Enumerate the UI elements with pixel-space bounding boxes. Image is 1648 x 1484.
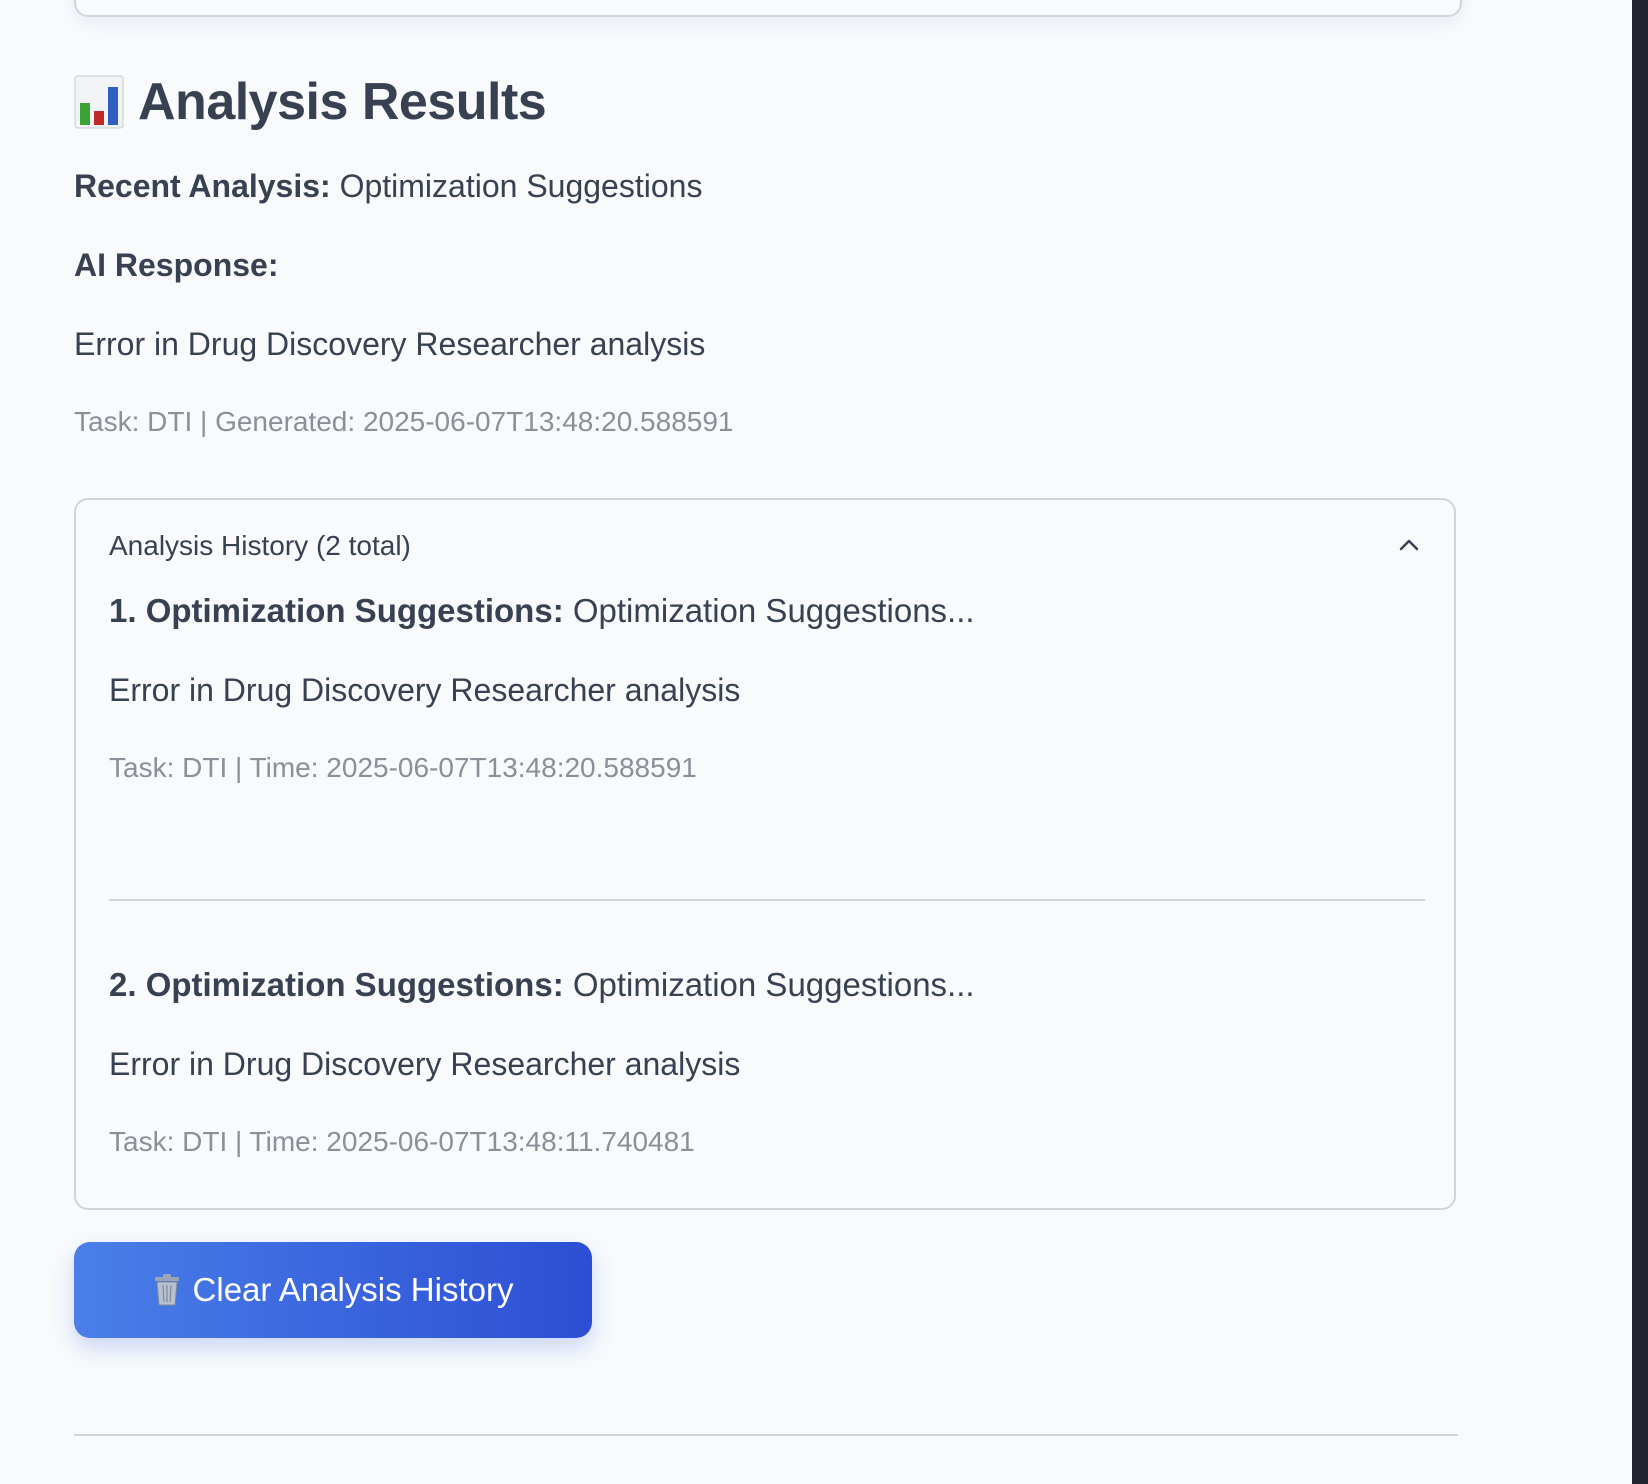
history-item-label: 1. Optimization Suggestions: bbox=[109, 592, 564, 629]
clear-analysis-history-button[interactable]: Clear Analysis History bbox=[74, 1242, 592, 1338]
recent-analysis-label: Recent Analysis: bbox=[74, 168, 331, 204]
history-item-summary: Optimization Suggestions... bbox=[572, 966, 975, 1003]
chevron-up-icon[interactable] bbox=[1398, 534, 1420, 556]
section-title: Analysis Results bbox=[74, 72, 547, 132]
ai-response-line: AI Response: bbox=[74, 247, 278, 284]
history-item-summary: Optimization Suggestions... bbox=[572, 592, 975, 629]
window-edge bbox=[1632, 0, 1648, 1484]
history-item-meta: Task: DTI | Time: 2025-06-07T13:48:11.74… bbox=[109, 1126, 695, 1157]
history-item-title: 2. Optimization Suggestions: Optimizatio… bbox=[109, 966, 975, 1004]
analysis-history-expander: Analysis History (2 total) 1. Optimizati… bbox=[74, 498, 1456, 1210]
recent-analysis-value: Optimization Suggestions bbox=[339, 168, 703, 204]
section-divider bbox=[74, 1434, 1458, 1436]
ai-response-label: AI Response: bbox=[74, 247, 279, 283]
analysis-history-header[interactable]: Analysis History (2 total) bbox=[109, 530, 411, 562]
history-item-response: Error in Drug Discovery Researcher analy… bbox=[109, 1046, 741, 1082]
history-item-label: 2. Optimization Suggestions: bbox=[109, 966, 564, 1003]
section-title-text: Analysis Results bbox=[138, 73, 547, 131]
history-divider bbox=[109, 899, 1425, 901]
ai-response-text: Error in Drug Discovery Researcher analy… bbox=[74, 326, 706, 362]
bar-chart-icon bbox=[74, 75, 124, 129]
recent-analysis-line: Recent Analysis: Optimization Suggestion… bbox=[74, 168, 702, 205]
history-item-title: 1. Optimization Suggestions: Optimizatio… bbox=[109, 592, 975, 630]
trash-icon bbox=[153, 1274, 181, 1306]
recent-analysis-meta: Task: DTI | Generated: 2025-06-07T13:48:… bbox=[74, 406, 734, 437]
previous-card bbox=[74, 0, 1462, 17]
history-item-response: Error in Drug Discovery Researcher analy… bbox=[109, 672, 741, 708]
history-item-meta: Task: DTI | Time: 2025-06-07T13:48:20.58… bbox=[109, 752, 697, 783]
clear-analysis-history-label: Clear Analysis History bbox=[192, 1271, 514, 1308]
page: Analysis Results Recent Analysis: Optimi… bbox=[0, 0, 1648, 1484]
